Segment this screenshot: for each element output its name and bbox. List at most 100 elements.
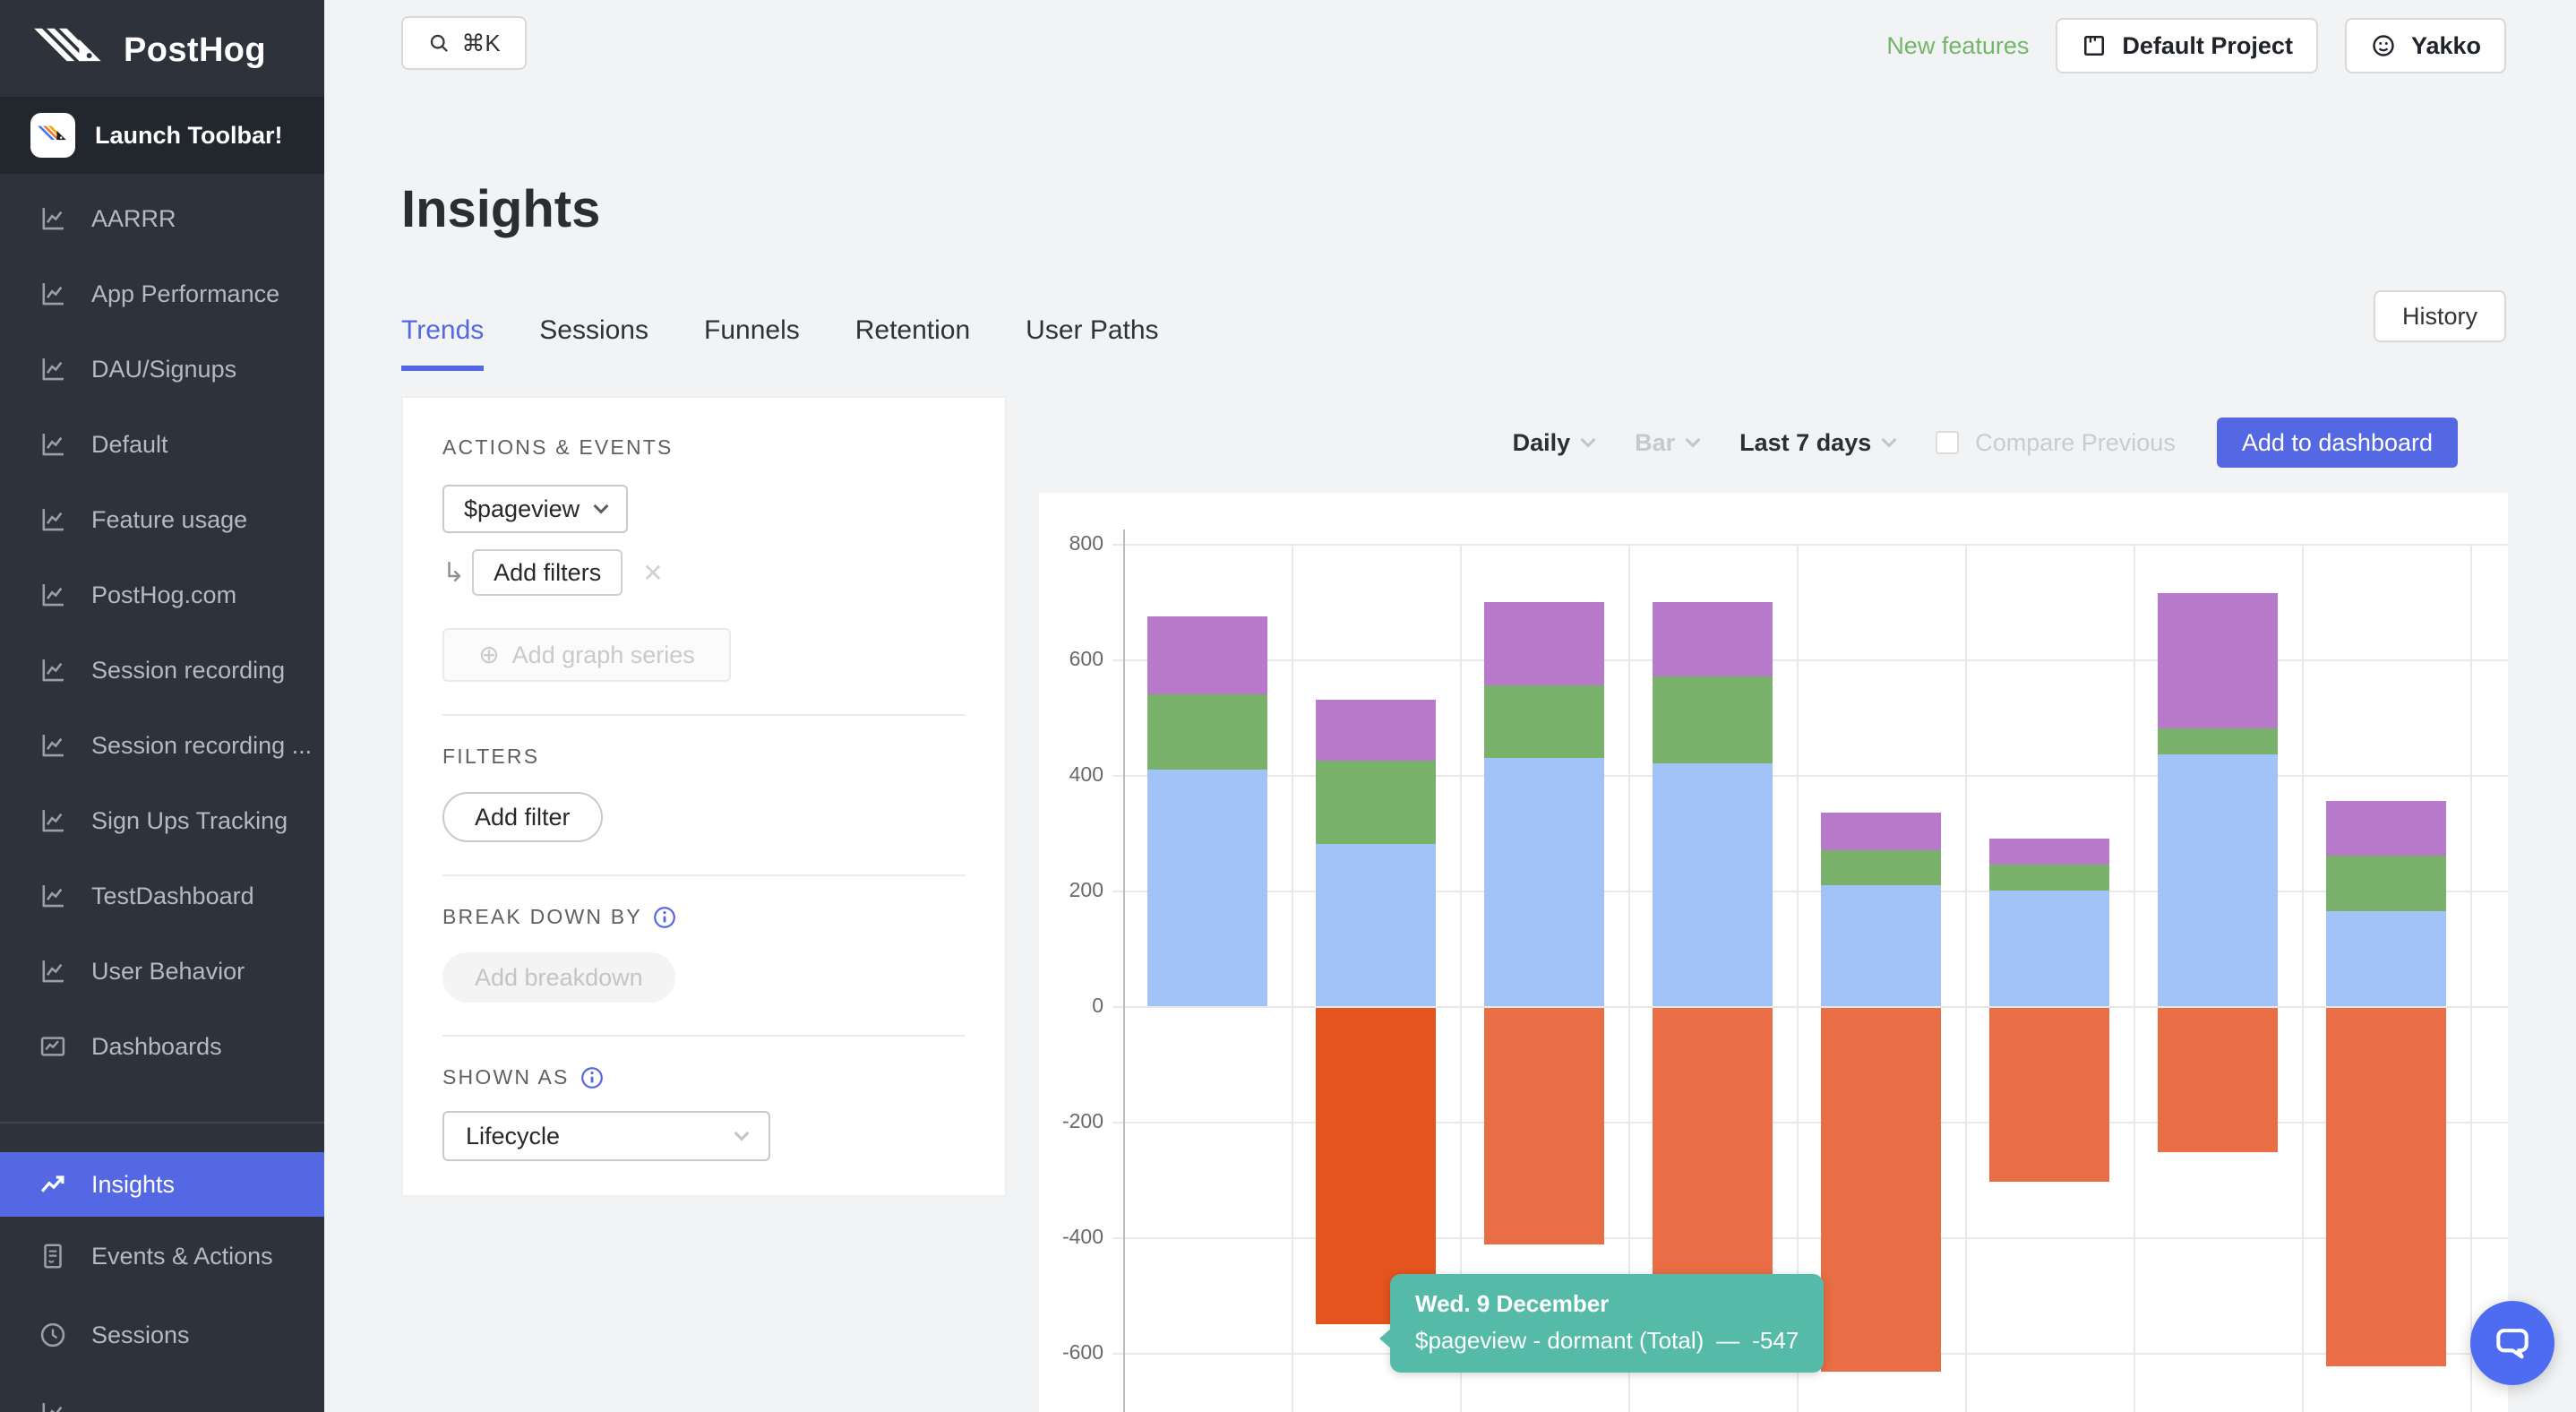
tooltip-series-value: $pageview - dormant (Total)—-547 bbox=[1415, 1327, 1799, 1355]
tab-trends[interactable]: Trends bbox=[401, 315, 484, 371]
bar-new-day2[interactable] bbox=[1316, 844, 1436, 1006]
sidebar-dashboard-list: AARRRApp Performance DAU/Signups Default Fe… bbox=[0, 174, 324, 1084]
add-breakdown-button[interactable]: Add breakdown bbox=[442, 952, 675, 1003]
add-graph-series-button[interactable]: ⊕ Add graph series bbox=[442, 628, 731, 682]
line-chart-icon bbox=[38, 279, 68, 309]
bar-dormant-day8[interactable] bbox=[2326, 1008, 2446, 1366]
bar-new-day8[interactable] bbox=[2326, 911, 2446, 1006]
bar-resurrecting-day3[interactable] bbox=[1484, 602, 1604, 686]
remove-event-icon[interactable]: ✕ bbox=[642, 558, 663, 588]
bar-dormant-day7[interactable] bbox=[2158, 1008, 2278, 1152]
line-chart-icon bbox=[38, 429, 68, 460]
sidebar-item-insights[interactable]: Insights bbox=[0, 1152, 324, 1217]
posthog-app: PostHog Launch Toolbar! AARRRApp Perform… bbox=[0, 0, 2576, 1412]
bar-new-day1[interactable] bbox=[1147, 770, 1267, 1006]
sidebar-item-label: Feature usage bbox=[91, 506, 247, 534]
compare-previous-checkbox[interactable] bbox=[1936, 431, 1959, 454]
tab-user-paths[interactable]: User Paths bbox=[1026, 315, 1158, 371]
gridline-x bbox=[2302, 544, 2304, 1412]
gridline-x bbox=[2134, 544, 2135, 1412]
sidebar-item-label: Dashboards bbox=[91, 1033, 222, 1061]
panel-divider bbox=[442, 714, 966, 716]
chart-type-dropdown[interactable]: Bar bbox=[1635, 429, 1698, 457]
bar-returning-day4[interactable] bbox=[1653, 676, 1773, 763]
sidebar-item-label: Sign Ups Tracking bbox=[91, 807, 288, 835]
sidebar-item-label: DAU/Signups bbox=[91, 356, 236, 383]
bar-resurrecting-day8[interactable] bbox=[2326, 801, 2446, 856]
info-icon[interactable] bbox=[580, 1066, 604, 1089]
compare-previous-toggle[interactable]: Compare Previous bbox=[1936, 429, 2176, 457]
bar-returning-day8[interactable] bbox=[2326, 856, 2446, 910]
bar-resurrecting-day2[interactable] bbox=[1316, 700, 1436, 761]
user-menu-button[interactable]: Yakko bbox=[2345, 18, 2506, 73]
search-button[interactable]: ⌘K bbox=[401, 16, 527, 70]
bar-resurrecting-day1[interactable] bbox=[1147, 616, 1267, 694]
chat-launcher-button[interactable] bbox=[2470, 1301, 2555, 1385]
tab-retention[interactable]: Retention bbox=[855, 315, 970, 371]
history-button[interactable]: History bbox=[2374, 290, 2506, 342]
sidebar-item-posthog-com[interactable]: PostHog.com bbox=[0, 557, 324, 633]
date-range-dropdown[interactable]: Last 7 days bbox=[1739, 429, 1894, 457]
event-filter-row: ↳ Add filters ✕ bbox=[442, 549, 966, 596]
bar-dormant-day6[interactable] bbox=[1989, 1008, 2109, 1182]
event-selector[interactable]: $pageview bbox=[442, 485, 628, 533]
posthog-logo[interactable]: PostHog bbox=[0, 0, 324, 97]
chevron-down-icon bbox=[1882, 433, 1897, 448]
bar-resurrecting-day5[interactable] bbox=[1821, 813, 1941, 850]
bar-resurrecting-day6[interactable] bbox=[1989, 839, 2109, 865]
sidebar-item-testdashboard[interactable]: TestDashboard bbox=[0, 858, 324, 934]
info-icon[interactable] bbox=[653, 906, 676, 929]
bar-new-day5[interactable] bbox=[1821, 885, 1941, 1006]
shown-as-select[interactable]: Lifecycle bbox=[442, 1111, 770, 1161]
bar-returning-day5[interactable] bbox=[1821, 850, 1941, 885]
launch-toolbar-button[interactable]: Launch Toolbar! bbox=[0, 97, 324, 174]
gridline-x bbox=[1965, 544, 1967, 1412]
project-selector-button[interactable]: Default Project bbox=[2056, 18, 2318, 73]
sidebar-item-user-behavior[interactable]: User Behavior bbox=[0, 934, 324, 1009]
bar-new-day3[interactable] bbox=[1484, 758, 1604, 1006]
y-axis-line bbox=[1123, 530, 1125, 1412]
bar-returning-day1[interactable] bbox=[1147, 694, 1267, 770]
tab-sessions[interactable]: Sessions bbox=[539, 315, 648, 371]
bar-new-day4[interactable] bbox=[1653, 763, 1773, 1006]
sidebar-item-dashboards[interactable]: Dashboards bbox=[0, 1009, 324, 1084]
sidebar-item-sessions[interactable]: Sessions bbox=[0, 1296, 324, 1374]
sidebar-item-session-recording[interactable]: Session recording bbox=[0, 633, 324, 708]
bar-dormant-day5[interactable] bbox=[1821, 1008, 1941, 1372]
bar-new-day6[interactable] bbox=[1989, 891, 2109, 1006]
bar-resurrecting-day4[interactable] bbox=[1653, 602, 1773, 677]
tab-funnels[interactable]: Funnels bbox=[704, 315, 800, 371]
sidebar-item-sign-ups-tracking[interactable]: Sign Ups Tracking bbox=[0, 783, 324, 858]
sidebar-item-events-actions[interactable]: Events & Actions bbox=[0, 1217, 324, 1296]
add-filters-button[interactable]: Add filters bbox=[472, 549, 623, 596]
sidebar-item-label: PostHog.com bbox=[91, 581, 236, 609]
add-filter-button[interactable]: Add filter bbox=[442, 792, 603, 842]
sidebar-item-session-recording-[interactable]: Session recording ... bbox=[0, 708, 324, 783]
sidebar-item-dau-signups[interactable]: DAU/Signups bbox=[0, 331, 324, 407]
bar-dormant-day3[interactable] bbox=[1484, 1008, 1604, 1244]
bar-returning-day2[interactable] bbox=[1316, 761, 1436, 845]
gridline-y-600 bbox=[1112, 659, 2508, 661]
line-chart-icon bbox=[38, 1399, 68, 1412]
sidebar-item-default[interactable]: Default bbox=[0, 407, 324, 482]
y-axis-tick-label: -200 bbox=[1039, 1109, 1103, 1133]
line-chart-icon bbox=[38, 354, 68, 384]
line-chart-icon bbox=[38, 580, 68, 610]
add-to-dashboard-button[interactable]: Add to dashboard bbox=[2217, 418, 2458, 468]
sidebar-item-app-performance[interactable]: App Performance bbox=[0, 256, 324, 331]
bar-resurrecting-day7[interactable] bbox=[2158, 593, 2278, 729]
bar-returning-day3[interactable] bbox=[1484, 685, 1604, 758]
sidebar-item-aarrr[interactable]: AARRR bbox=[0, 181, 324, 256]
bar-new-day7[interactable] bbox=[2158, 754, 2278, 1006]
interval-dropdown[interactable]: Daily bbox=[1513, 429, 1594, 457]
new-features-link[interactable]: New features bbox=[1886, 32, 2029, 60]
sidebar-item-partial[interactable] bbox=[0, 1374, 324, 1412]
sidebar-item-feature-usage[interactable]: Feature usage bbox=[0, 482, 324, 557]
bar-returning-day7[interactable] bbox=[2158, 728, 2278, 754]
line-chart-icon bbox=[38, 655, 68, 685]
topbar-right: New features Default Project Yakko bbox=[1886, 18, 2506, 73]
sidebar-divider bbox=[0, 1122, 324, 1124]
bar-returning-day6[interactable] bbox=[1989, 865, 2109, 891]
trend-up-icon bbox=[38, 1169, 68, 1200]
search-shortcut: ⌘K bbox=[461, 30, 500, 57]
